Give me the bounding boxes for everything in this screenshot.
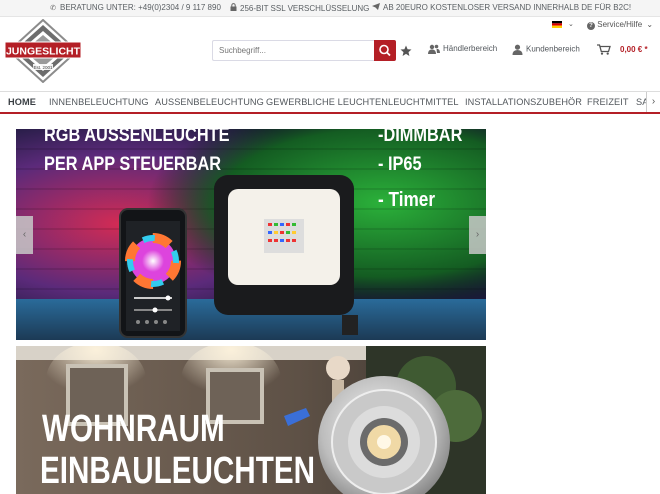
ssl-info: 256-BIT SSL VERSCHLÜSSELUNG [229, 3, 369, 13]
users-icon [428, 44, 440, 54]
chevron-down-icon: ⌄ [646, 20, 654, 29]
shipping-info: AB 20EURO KOSTENLOSER VERSAND INNERHALB … [372, 3, 631, 12]
chevron-left-icon: ‹ [22, 229, 27, 240]
service-menu[interactable]: ? Service/Hilfe ⌄ [587, 20, 653, 30]
banner-bullet-ip65: - IP65 [378, 154, 422, 175]
logo-wordmark: JUNGESLICHT [6, 46, 81, 58]
chevron-right-icon: › [475, 229, 480, 240]
slider-next-button[interactable]: › [469, 216, 486, 254]
wishlist-star-icon[interactable] [400, 44, 412, 56]
nav-item-aussenbeleuchtung[interactable]: AUSSENBELEUCHTUNG [155, 97, 264, 107]
search-button[interactable] [374, 40, 396, 61]
banner-title-line1: RGB AUSSENLEUCHTE [44, 129, 230, 146]
hotline-info: ✆ BERATUNG UNTER: +49(0)2304 / 9 117 890 [49, 3, 221, 12]
question-circle-icon: ? [587, 22, 595, 30]
banner2-title-line2: EINBAULEUCHTEN [40, 450, 315, 492]
site-logo[interactable]: JUNGESLICHT Est. 2001 [4, 18, 82, 84]
customer-area-link[interactable]: Kundenbereich [512, 44, 580, 55]
lock-icon [229, 3, 237, 13]
dealer-area-label: Händlerbereich [443, 44, 498, 54]
cart-link[interactable]: 0,00 € * [597, 44, 648, 55]
banner2-title-line1: WOHNRAUM [42, 408, 225, 450]
nav-item-leuchtmittel[interactable]: LEUCHTMITTEL [388, 97, 459, 107]
nav-item-installationszubehoer[interactable]: INSTALLATIONSZUBEHÖR [465, 97, 582, 107]
nav-item-freizeit[interactable]: FREIZEIT [587, 97, 629, 107]
chevron-right-icon: › [651, 96, 656, 107]
shopping-cart-icon [597, 44, 611, 55]
user-icon [512, 44, 523, 55]
nav-item-innenbeleuchtung[interactable]: INNENBELEUCHTUNG [49, 97, 149, 107]
nav-item-gewerbliche-leuchten[interactable]: GEWERBLICHE LEUCHTEN [266, 97, 388, 107]
search-input[interactable] [212, 40, 374, 61]
main-navigation: HOME INNENBELEUCHTUNG AUSSENBELEUCHTUNG … [0, 91, 660, 114]
service-label: Service/Hilfe [597, 20, 643, 29]
german-flag-icon [552, 20, 562, 28]
customer-area-label: Kundenbereich [526, 44, 580, 54]
dealer-area-link[interactable]: Händlerbereich [428, 44, 497, 54]
cart-total: 0,00 € * [620, 44, 648, 54]
search-form [212, 40, 396, 61]
chevron-down-icon: ⌄ [567, 21, 574, 28]
phone-icon: ✆ [50, 5, 56, 12]
logo-est: Est. 2001 [33, 65, 53, 70]
nav-item-home[interactable]: HOME [8, 97, 36, 107]
hotline-text: BERATUNG UNTER: +49(0)2304 / 9 117 890 [60, 3, 221, 12]
search-icon [379, 44, 391, 57]
banner-rgb-outdoor-light[interactable]: RGB AUSSENLEUCHTE PER APP STEUERBAR -DIM… [16, 129, 486, 340]
nav-scroll-right-button[interactable]: › [646, 92, 660, 112]
shipping-text: AB 20EURO KOSTENLOSER VERSAND INNERHALB … [383, 3, 632, 12]
ssl-text: 256-BIT SSL VERSCHLÜSSELUNG [240, 4, 370, 13]
top-info-bar: ✆ BERATUNG UNTER: +49(0)2304 / 9 117 890 … [0, 0, 660, 17]
banner-bullet-dimmable: -DIMMBAR [378, 129, 463, 146]
paper-plane-icon [372, 3, 380, 12]
banner-title-line2: PER APP STEUERBAR [44, 154, 222, 175]
slider-prev-button[interactable]: ‹ [16, 216, 33, 254]
language-switcher[interactable]: ⌄ [552, 20, 574, 28]
banner-recessed-lights[interactable]: WOHNRAUM EINBAULEUCHTEN [16, 346, 486, 494]
banner-bullet-timer: - Timer [378, 189, 436, 211]
